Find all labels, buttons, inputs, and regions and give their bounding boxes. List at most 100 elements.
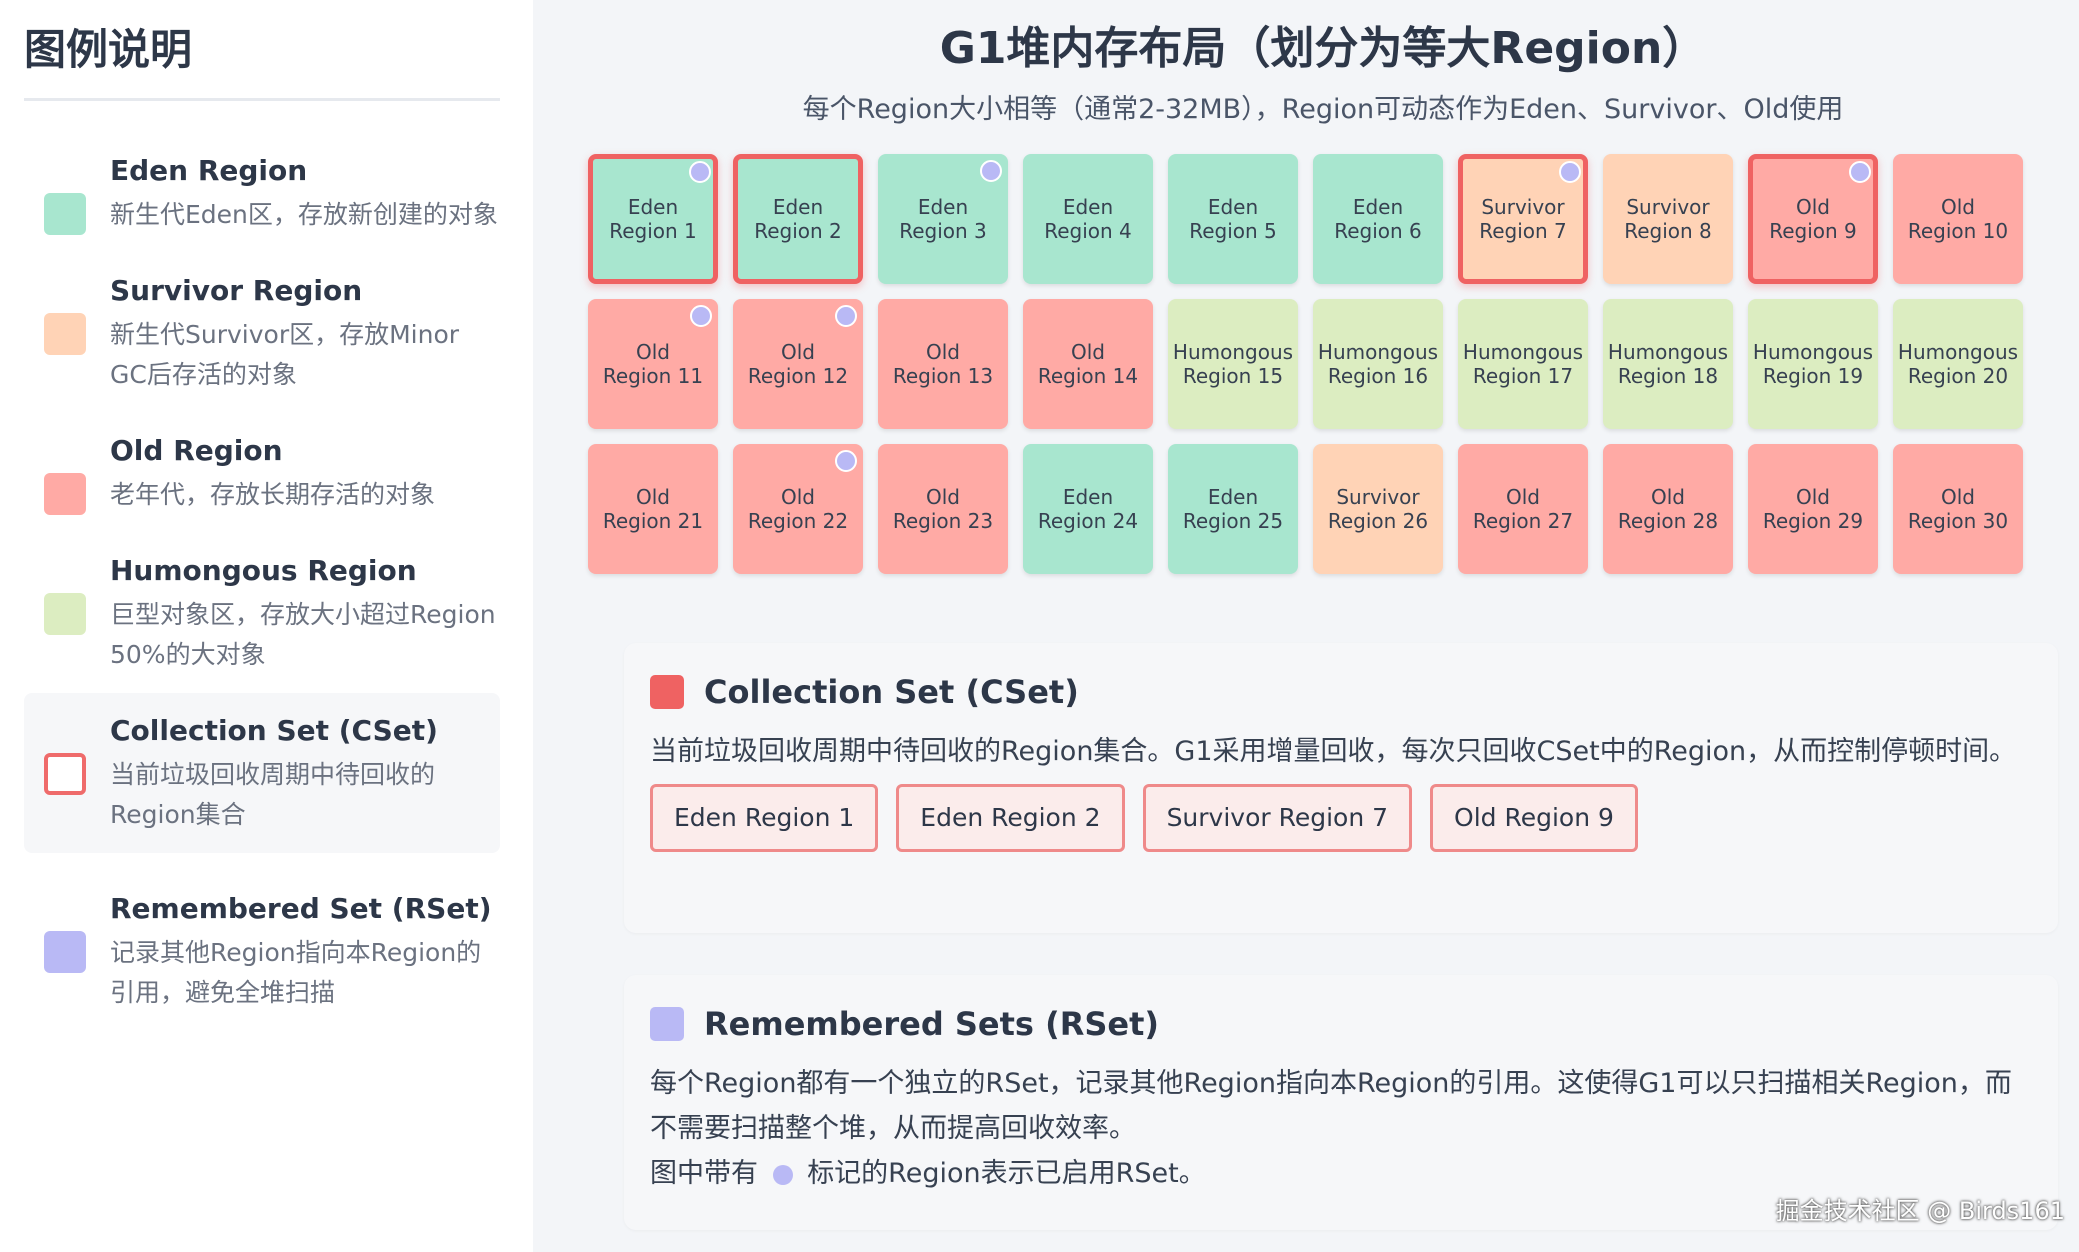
region-cell: Eden Region 6 (1313, 154, 1443, 284)
region-label: Eden Region 6 (1334, 195, 1422, 243)
rset-card-body: 每个Region都有一个独立的RSet，记录其他Region指向本Region的… (650, 1061, 2032, 1196)
region-label: Old Region 27 (1472, 485, 1574, 533)
rset-dot-icon (690, 305, 712, 327)
region-cell: Old Region 22 (733, 444, 863, 574)
legend-text: Survivor Region 新生代Survivor区，存放Minor GC后… (110, 271, 500, 395)
region-label: Old Region 11 (602, 340, 704, 388)
region-cell: Humongous Region 16 (1313, 299, 1443, 429)
region-label: Old Region 9 (1769, 195, 1857, 243)
rset-card-description: 每个Region都有一个独立的RSet，记录其他Region指向本Region的… (650, 1068, 2012, 1144)
region-cell: Old Region 14 (1023, 299, 1153, 429)
cset-chip: Survivor Region 7 (1142, 784, 1413, 852)
legend-name: Collection Set (CSet) (110, 714, 438, 747)
region-cell: Old Region 30 (1893, 444, 2023, 574)
region-cell: Eden Region 25 (1168, 444, 1298, 574)
legend-item-rset: Remembered Set (RSet) 记录其他Region指向本Regio… (24, 889, 500, 1013)
region-cell: Old Region 13 (878, 299, 1008, 429)
region-label: Eden Region 2 (754, 195, 842, 243)
region-cell: Humongous Region 19 (1748, 299, 1878, 429)
region-label: Eden Region 5 (1189, 195, 1277, 243)
legend-item-old: Old Region 老年代，存放长期存活的对象 (24, 431, 500, 515)
region-label: Old Region 30 (1907, 485, 2009, 533)
region-cell: Old Region 23 (878, 444, 1008, 574)
legend-item-humongous: Humongous Region 巨型对象区，存放大小超过Region 50%的… (24, 551, 500, 675)
region-cell: Survivor Region 7 (1458, 154, 1588, 284)
region-label: Eden Region 25 (1182, 485, 1284, 533)
region-label: Survivor Region 7 (1479, 195, 1567, 243)
rset-dot-icon (689, 161, 711, 183)
region-cell: Humongous Region 15 (1168, 299, 1298, 429)
region-cell: Eden Region 4 (1023, 154, 1153, 284)
page-subtitle: 每个Region大小相等（通常2-32MB），Region可动态作为Eden、S… (802, 94, 1844, 125)
legend-name: Old Region (110, 434, 283, 467)
legend-name: Survivor Region (110, 274, 363, 307)
region-cell: Old Region 12 (733, 299, 863, 429)
legend-swatch-humongous (44, 593, 86, 635)
legend-desc: 新生代Survivor区，存放Minor GC后存活的对象 (110, 320, 460, 389)
legend-text: Collection Set (CSet) 当前垃圾回收周期中待回收的Regio… (110, 711, 500, 835)
region-cell: Eden Region 5 (1168, 154, 1298, 284)
cset-chip: Old Region 9 (1430, 784, 1638, 852)
rset-square-icon (650, 1007, 684, 1041)
legend-swatch-eden (44, 193, 86, 235)
legend-item-cset: Collection Set (CSet) 当前垃圾回收周期中待回收的Regio… (24, 693, 500, 853)
cset-card-title: Collection Set (CSet) (704, 673, 1079, 711)
legend-desc: 巨型对象区，存放大小超过Region 50%的大对象 (110, 600, 496, 669)
legend-desc: 记录其他Region指向本Region的引用，避免全堆扫描 (110, 938, 482, 1007)
region-cell: Eden Region 24 (1023, 444, 1153, 574)
cset-chip-list: Eden Region 1 Eden Region 2 Survivor Reg… (650, 784, 2032, 852)
region-cell: Old Region 28 (1603, 444, 1733, 574)
region-label: Old Region 12 (747, 340, 849, 388)
region-cell: Old Region 10 (1893, 154, 2023, 284)
region-cell: Humongous Region 18 (1603, 299, 1733, 429)
cset-card-body: 当前垃圾回收周期中待回收的Region集合。G1采用增量回收，每次只回收CSet… (650, 736, 2017, 767)
rset-dot-icon (1559, 161, 1581, 183)
region-label: Humongous Region 16 (1317, 340, 1439, 388)
legend-item-survivor: Survivor Region 新生代Survivor区，存放Minor GC后… (24, 271, 500, 395)
region-label: Old Region 13 (892, 340, 994, 388)
page-title: G1堆内存布局（划分为等大Region） (939, 23, 1707, 74)
region-cell: Survivor Region 26 (1313, 444, 1443, 574)
region-cell: Eden Region 2 (733, 154, 863, 284)
region-cell: Eden Region 3 (878, 154, 1008, 284)
legend-desc: 新生代Eden区，存放新创建的对象 (110, 200, 498, 229)
rset-dot-icon (835, 305, 857, 327)
legend-text: Old Region 老年代，存放长期存活的对象 (110, 431, 500, 515)
region-cell: Humongous Region 20 (1893, 299, 2023, 429)
rset-dot-icon (1849, 161, 1871, 183)
region-label: Humongous Region 15 (1172, 340, 1294, 388)
region-cell: Old Region 29 (1748, 444, 1878, 574)
region-label: Humongous Region 17 (1462, 340, 1584, 388)
legend-title: 图例说明 (24, 20, 500, 101)
region-label: Old Region 21 (602, 485, 704, 533)
legend-swatch-old (44, 473, 86, 515)
legend-text: Remembered Set (RSet) 记录其他Region指向本Regio… (110, 889, 500, 1013)
region-label: Survivor Region 8 (1624, 195, 1712, 243)
region-label: Old Region 14 (1037, 340, 1139, 388)
rset-dot-icon (772, 1164, 793, 1185)
region-label: Humongous Region 19 (1752, 340, 1874, 388)
legend-panel: 图例说明 Eden Region 新生代Eden区，存放新创建的对象 Survi… (0, 0, 533, 1252)
legend-item-eden: Eden Region 新生代Eden区，存放新创建的对象 (24, 151, 500, 235)
rset-card-note: 图中带有 标记的Region表示已启用RSet。 (650, 1151, 2032, 1196)
region-grid: Eden Region 1 Eden Region 2 Eden Region 3 E… (588, 154, 2058, 574)
rset-card-header: Remembered Sets (RSet) (650, 1005, 2032, 1043)
region-label: Old Region 29 (1762, 485, 1864, 533)
region-label: Old Region 23 (892, 485, 994, 533)
region-label: Eden Region 4 (1044, 195, 1132, 243)
region-cell: Survivor Region 8 (1603, 154, 1733, 284)
region-cell: Old Region 9 (1748, 154, 1878, 284)
cset-card-header: Collection Set (CSet) (650, 673, 2032, 711)
region-label: Humongous Region 18 (1607, 340, 1729, 388)
legend-desc: 老年代，存放长期存活的对象 (110, 480, 436, 509)
rset-dot-icon (835, 450, 857, 472)
region-label: Old Region 10 (1907, 195, 2009, 243)
region-label: Old Region 28 (1617, 485, 1719, 533)
legend-name: Remembered Set (RSet) (110, 892, 492, 925)
watermark: 掘金技术社区 @ Birds161 (1775, 1197, 2065, 1225)
rset-note-prefix: 图中带有 (650, 1158, 758, 1189)
region-cell: Old Region 21 (588, 444, 718, 574)
cset-square-icon (650, 675, 684, 709)
region-label: Eden Region 1 (609, 195, 697, 243)
cset-chip: Eden Region 1 (650, 784, 879, 852)
